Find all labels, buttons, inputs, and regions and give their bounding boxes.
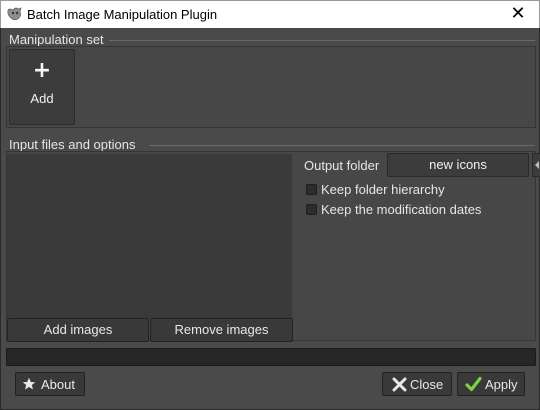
keep-modification-dates-checkbox[interactable]	[306, 203, 317, 215]
output-folder-chooser[interactable]: new icons	[387, 153, 529, 177]
keep-folder-hierarchy-option[interactable]: Keep folder hierarchy	[306, 181, 445, 197]
about-label: About	[41, 377, 75, 392]
output-folder-extra-button[interactable]	[532, 153, 540, 177]
keep-folder-hierarchy-label: Keep folder hierarchy	[321, 181, 445, 197]
keep-modification-dates-label: Keep the modification dates	[321, 201, 482, 217]
star-icon	[22, 377, 36, 394]
manipulation-set-label: Manipulation set	[9, 32, 108, 47]
left-arrow-icon	[535, 161, 539, 169]
input-section-divider	[149, 145, 535, 146]
output-folder-label: Output folder	[304, 158, 380, 173]
about-button[interactable]: About	[15, 372, 85, 396]
close-button[interactable]: Close	[382, 372, 452, 396]
add-images-button[interactable]: Add images	[7, 318, 149, 342]
input-file-list[interactable]	[7, 154, 292, 318]
checkmark-icon	[465, 376, 482, 395]
keep-folder-hierarchy-checkbox[interactable]	[306, 183, 317, 195]
apply-button[interactable]: Apply	[457, 372, 525, 396]
add-manipulation-label: Add	[30, 91, 54, 106]
progress-bar	[6, 348, 536, 366]
close-window-icon[interactable]: ✕	[507, 3, 529, 25]
remove-images-button[interactable]: Remove images	[150, 318, 293, 342]
plus-icon: +	[32, 58, 52, 83]
close-icon	[392, 377, 407, 395]
keep-modification-dates-option[interactable]: Keep the modification dates	[306, 201, 481, 217]
main-dialog: Manipulation set + Add Input files and o…	[0, 28, 540, 410]
gimp-app-icon	[7, 7, 23, 21]
input-section-label: Input files and options	[9, 137, 140, 152]
close-label: Close	[410, 377, 444, 392]
manipulation-set-divider	[109, 40, 535, 41]
title-bar: Batch Image Manipulation Plugin ✕	[0, 0, 540, 28]
window-title: Batch Image Manipulation Plugin	[27, 7, 218, 22]
add-manipulation-button[interactable]: + Add	[9, 49, 75, 125]
manipulation-set-panel	[6, 46, 536, 128]
apply-label: Apply	[485, 377, 518, 392]
